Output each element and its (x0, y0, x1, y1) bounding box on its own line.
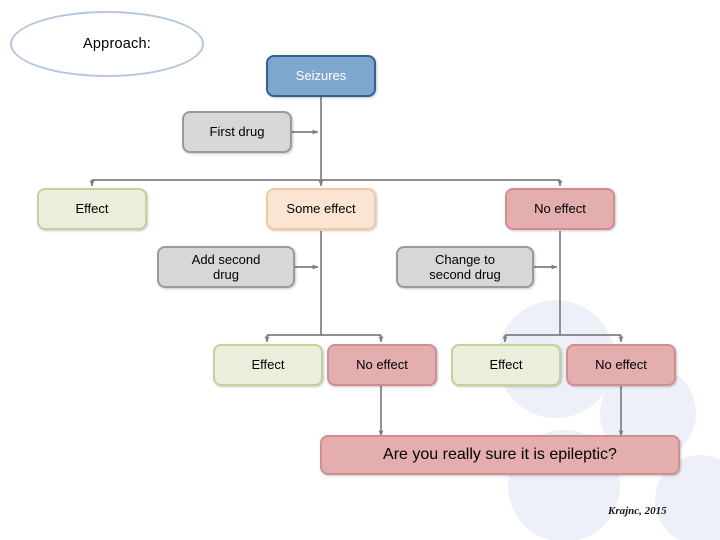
node-add-second-drug-label: Add second drug (191, 251, 261, 282)
node-no-effect-level1-label: No effect (534, 201, 586, 217)
approach-title-ellipse: Approach: (10, 11, 204, 77)
approach-title-label: Approach: (83, 36, 151, 52)
node-some-effect-label: Some effect (286, 201, 356, 217)
node-final-question[interactable]: Are you really sure it is epileptic? (320, 435, 680, 475)
node-effect-level2-left-label: Effect (251, 357, 285, 373)
node-change-second-drug[interactable]: Change to second drug (396, 246, 534, 288)
node-first-drug-label: First drug (209, 124, 265, 140)
node-seizures-label: Seizures (295, 68, 347, 84)
node-no-effect-level1[interactable]: No effect (505, 188, 615, 230)
node-effect-level2-right-label: Effect (489, 357, 523, 373)
slide-canvas: Approach: Seizures First drug Effect Som… (0, 0, 720, 540)
node-effect-level2-left[interactable]: Effect (213, 344, 323, 386)
node-no-effect-level2-left[interactable]: No effect (327, 344, 437, 386)
node-first-drug[interactable]: First drug (182, 111, 292, 153)
node-some-effect[interactable]: Some effect (266, 188, 376, 230)
node-change-second-drug-label: Change to second drug (429, 251, 501, 282)
node-effect-level1-label: Effect (75, 201, 109, 217)
citation-text: Krajnc, 2015 (608, 505, 667, 517)
node-seizures[interactable]: Seizures (266, 55, 376, 97)
node-no-effect-level2-right-label: No effect (595, 357, 647, 373)
node-add-second-drug[interactable]: Add second drug (157, 246, 295, 288)
node-no-effect-level2-right[interactable]: No effect (566, 344, 676, 386)
node-final-question-label: Are you really sure it is epileptic? (383, 445, 617, 463)
node-effect-level2-right[interactable]: Effect (451, 344, 561, 386)
node-no-effect-level2-left-label: No effect (356, 357, 408, 373)
node-effect-level1[interactable]: Effect (37, 188, 147, 230)
